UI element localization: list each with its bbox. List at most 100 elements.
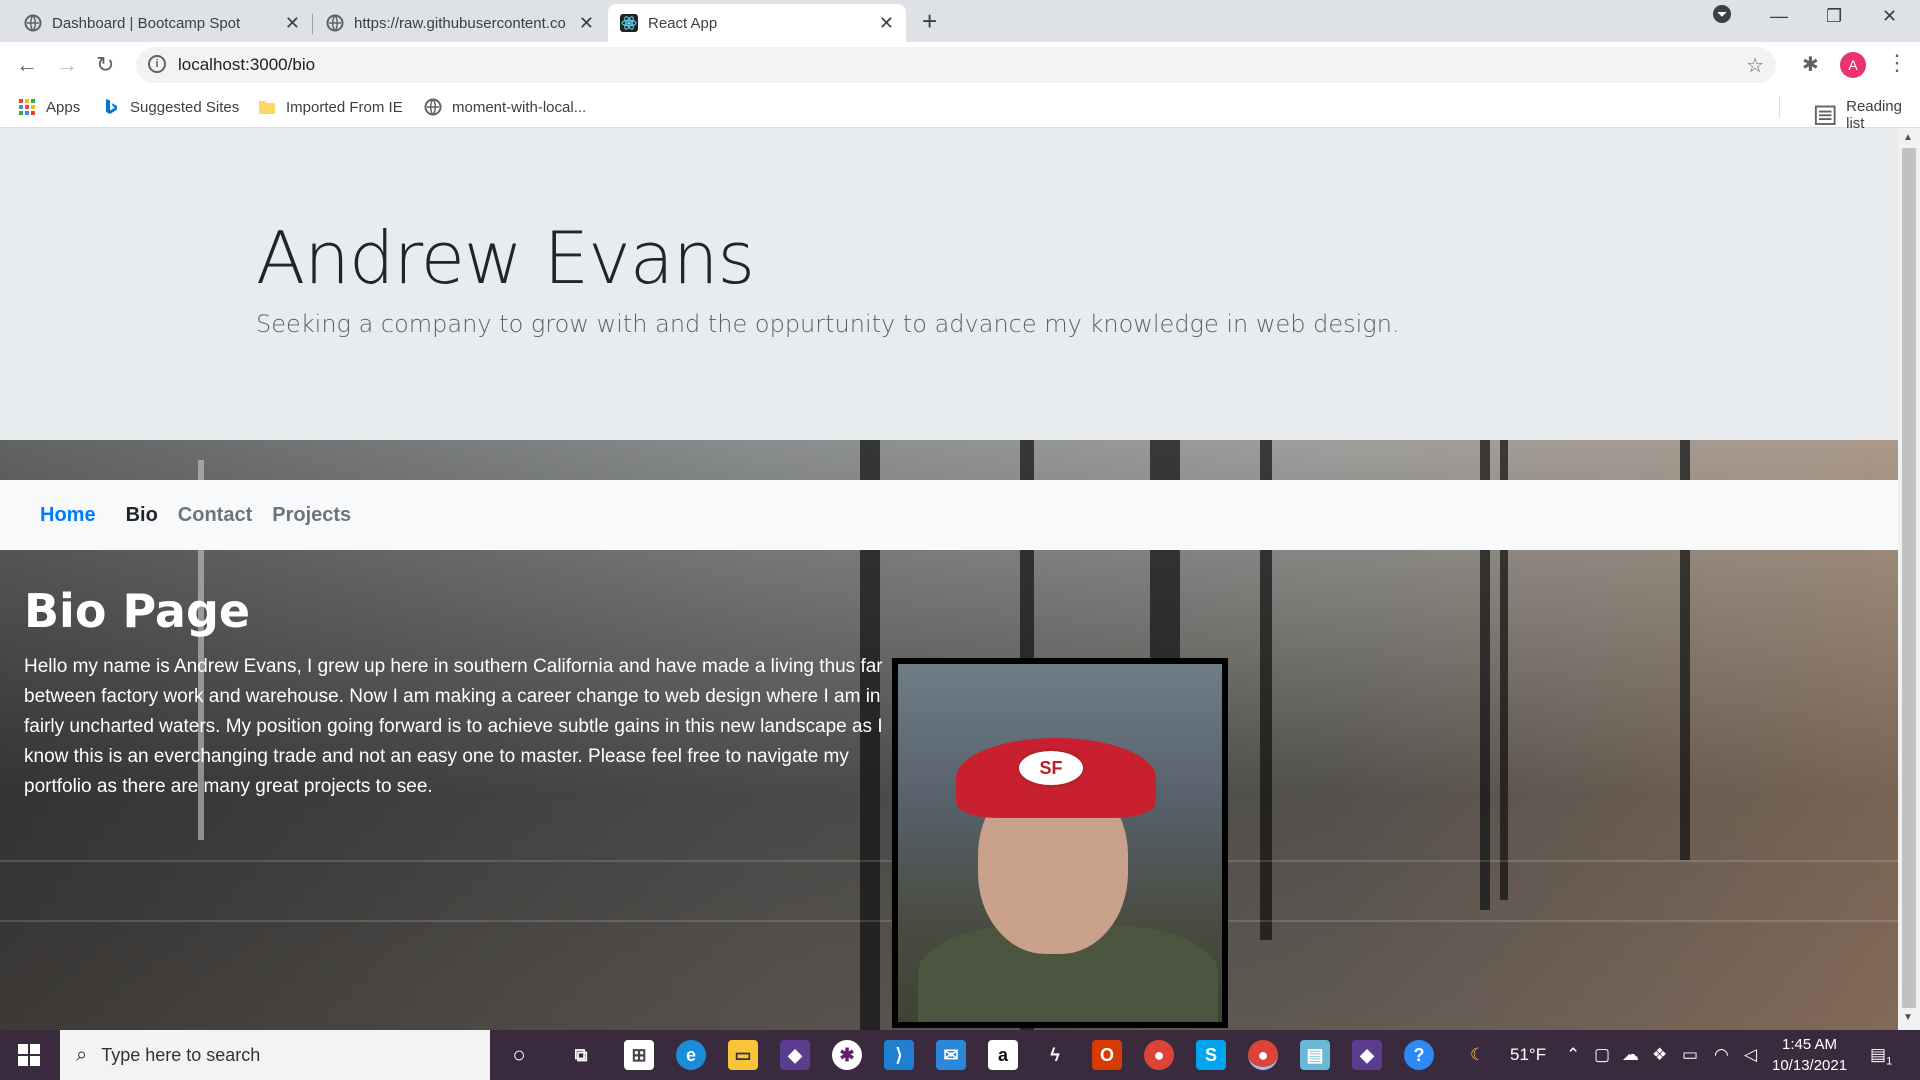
store-icon[interactable]: ⊞ [624,1040,654,1070]
page-scrollbar[interactable]: ▲ ▼ [1898,128,1920,1030]
reload-icon[interactable]: ↻ [96,52,114,78]
bookmark-star-icon[interactable]: ☆ [1746,53,1764,78]
extensions-icon[interactable]: ✱ [1802,52,1819,77]
help-icon[interactable]: ? [1404,1040,1434,1070]
globe-icon [24,14,42,32]
forward-icon[interactable]: → [56,52,78,78]
onedrive-icon[interactable]: ☁ [1622,1045,1639,1065]
tab-title: Dashboard | Bootcamp Spot [52,14,241,32]
apps-grid-icon [19,99,35,115]
browser-toolbar: ← → ↻ i localhost:3000/bio ☆ [0,42,1920,88]
dropbox-icon[interactable]: ❖ [1652,1045,1667,1065]
scrollbar-thumb[interactable] [1902,148,1916,1008]
tab-strip: Dashboard | Bootcamp Spot ✕ https://raw.… [0,0,1920,42]
close-tab-icon[interactable]: ✕ [579,13,594,34]
close-tab-icon[interactable]: ✕ [285,13,300,34]
profile-avatar[interactable]: A [1840,52,1866,78]
search-icon: ⌕ [76,1043,88,1066]
scroll-up-icon[interactable]: ▲ [1903,132,1913,143]
new-tab-button[interactable]: + [922,6,937,37]
bookmark-label: Imported From IE [286,98,403,116]
close-window-icon[interactable]: ✕ [1882,6,1897,27]
address-bar[interactable]: i localhost:3000/bio ☆ [136,47,1776,83]
reading-list-button[interactable]: Reading list [1814,98,1902,132]
chrome-icon[interactable]: ● [1144,1040,1174,1070]
temperature[interactable]: 51°F [1510,1045,1546,1065]
bookmarks-divider [1779,96,1780,118]
bing-icon [106,99,117,114]
taskbar-search-box[interactable]: ⌕ Type here to search [60,1030,490,1080]
bookmark-label: Apps [46,98,81,116]
tab-divider [312,14,313,34]
profile-photo: SF [892,658,1228,1028]
bookmark-label: Suggested Sites [130,98,240,116]
site-info-icon[interactable]: i [148,55,166,73]
restore-icon[interactable]: ❐ [1826,6,1842,27]
web-page: Andrew Evans Seeking a company to grow w… [0,128,1898,1030]
slack-icon[interactable]: ✱ [832,1040,862,1070]
bookmark-apps[interactable]: Apps [18,98,80,116]
weather-moon-icon[interactable]: ☾ [1470,1045,1485,1065]
tray-chevron-icon[interactable]: ⌃ [1566,1045,1580,1065]
bookmark-imported-from-ie[interactable]: Imported From IE [258,98,403,116]
scroll-down-icon[interactable]: ▼ [1903,1012,1913,1023]
clock-time: 1:45 AM [1782,1036,1838,1053]
tab-title: https://raw.githubusercontent.co [354,14,566,32]
tab-react-app[interactable]: React App ✕ [608,4,906,42]
jumbotron: Andrew Evans Seeking a company to grow w… [0,128,1898,440]
close-tab-icon[interactable]: ✕ [879,13,894,34]
amazon-icon[interactable]: a [988,1040,1018,1070]
nav-link-projects[interactable]: Projects [272,504,351,527]
git-icon[interactable]: ◆ [1352,1040,1382,1070]
battery-icon[interactable]: ▭ [1682,1045,1698,1065]
git-kraken-icon[interactable]: ◆ [780,1040,810,1070]
file-explorer-icon[interactable]: ▭ [728,1040,758,1070]
bookmark-suggested-sites[interactable]: Suggested Sites [102,98,239,116]
notifications-icon[interactable]: ▤1 [1870,1045,1892,1067]
site-navbar: Home Bio Contact Projects [0,480,1898,550]
office-icon[interactable]: O [1092,1040,1122,1070]
reading-list-icon [1814,105,1836,125]
url-text[interactable]: localhost:3000/bio [178,55,315,75]
nav-link-bio[interactable]: Bio [126,504,158,527]
page-title: Andrew Evans [256,216,755,300]
terminal-icon[interactable]: ϟ [1040,1040,1070,1070]
mail-icon[interactable]: ✉ [936,1040,966,1070]
cortana-icon[interactable]: ○ [504,1040,534,1070]
meet-now-icon[interactable]: ▢ [1594,1045,1610,1065]
system-clock[interactable]: 1:45 AM 10/13/2021 [1772,1034,1847,1076]
bookmark-label: moment-with-local... [452,98,587,116]
windows-start-icon[interactable] [18,1044,40,1066]
tab-dashboard[interactable]: Dashboard | Bootcamp Spot ✕ [12,4,312,42]
bio-paragraph: Hello my name is Andrew Evans, I grew up… [24,656,883,797]
volume-icon[interactable]: ◁ [1744,1045,1757,1065]
globe-icon [424,98,442,116]
nav-link-home[interactable]: Home [40,504,96,527]
tab-github[interactable]: https://raw.githubusercontent.co ✕ [314,4,606,42]
globe-icon [326,14,344,32]
clock-date: 10/13/2021 [1772,1057,1848,1074]
windows-taskbar: ⌕ Type here to search ○ ⧉ ⊞ e ▭ ◆ ✱ ⟩ ✉ … [0,1030,1920,1080]
search-placeholder: Type here to search [101,1044,261,1065]
edge-icon[interactable]: e [676,1040,706,1070]
tab-title: React App [648,14,718,32]
bio-heading: Bio Page [24,584,251,638]
vscode-icon[interactable]: ⟩ [884,1040,914,1070]
wifi-icon[interactable]: ◠ [1714,1045,1729,1065]
minimize-icon[interactable]: — [1770,6,1788,27]
menu-icon[interactable]: ⋮ [1886,50,1908,76]
skype-icon[interactable]: S [1196,1040,1226,1070]
task-view-icon[interactable]: ⧉ [566,1040,596,1070]
reading-list-label: Reading list [1846,98,1902,132]
back-icon[interactable]: ← [16,52,38,78]
notepad-icon[interactable]: ▤ [1300,1040,1330,1070]
browser-chrome: Dashboard | Bootcamp Spot ✕ https://raw.… [0,0,1920,132]
bookmark-moment[interactable]: moment-with-local... [424,98,586,116]
nav-link-contact[interactable]: Contact [178,504,252,527]
bookmarks-bar: Apps Suggested Sites Imported From IE mo… [0,88,1920,132]
chrome-active-icon[interactable]: ● [1248,1040,1278,1070]
tab-search-icon[interactable] [1712,4,1732,29]
notification-count: 1 [1886,1055,1893,1068]
tagline: Seeking a company to grow with and the o… [256,310,1400,338]
folder-icon [259,101,275,114]
